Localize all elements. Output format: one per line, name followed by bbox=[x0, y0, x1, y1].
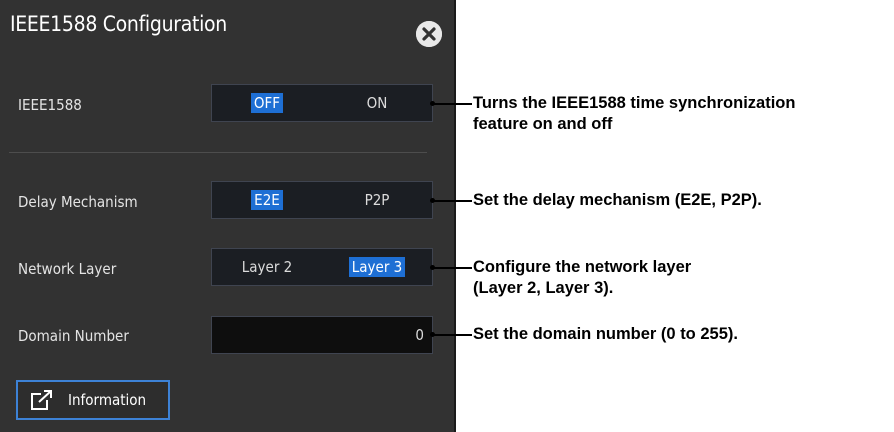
ieee1588-label: IEEE1588 bbox=[18, 96, 82, 114]
annotation-ieee1588: Turns the IEEE1588 time synchronization … bbox=[473, 94, 796, 133]
callout-line-ieee1588 bbox=[432, 103, 472, 105]
divider bbox=[9, 152, 427, 153]
ieee1588-toggle: OFF ON bbox=[211, 84, 433, 122]
callout-line-network bbox=[432, 267, 472, 269]
annotation-network-layer: Configure the network layer (Layer 2, La… bbox=[473, 258, 692, 297]
information-button[interactable]: Information bbox=[16, 380, 170, 420]
delay-option-e2e[interactable]: E2E bbox=[212, 182, 322, 218]
network-layer-toggle: Layer 2 Layer 3 bbox=[211, 248, 433, 286]
annotation-domain-number: Set the domain number (0 to 255). bbox=[473, 325, 738, 343]
domain-number-label: Domain Number bbox=[18, 327, 129, 345]
ieee1588-option-on[interactable]: ON bbox=[322, 85, 432, 121]
delay-option-p2p[interactable]: P2P bbox=[322, 182, 432, 218]
annotation-delay-mechanism: Set the delay mechanism (E2E, P2P). bbox=[473, 191, 762, 209]
network-option-layer2[interactable]: Layer 2 bbox=[212, 249, 322, 285]
ieee1588-config-dialog: IEEE1588 Configuration IEEE1588 OFF ON D… bbox=[0, 0, 456, 432]
callout-line-domain bbox=[432, 334, 472, 336]
information-label: Information bbox=[68, 391, 147, 409]
dialog-title: IEEE1588 Configuration bbox=[10, 12, 227, 36]
close-button[interactable] bbox=[416, 21, 442, 47]
network-option-layer3[interactable]: Layer 3 bbox=[322, 249, 432, 285]
network-layer-label: Network Layer bbox=[18, 260, 117, 278]
domain-number-field[interactable]: 0 bbox=[211, 316, 433, 354]
callout-line-delay bbox=[432, 200, 472, 202]
delay-mechanism-toggle: E2E P2P bbox=[211, 181, 433, 219]
delay-mechanism-label: Delay Mechanism bbox=[18, 193, 138, 211]
ieee1588-option-off[interactable]: OFF bbox=[212, 85, 322, 121]
close-icon bbox=[416, 21, 442, 47]
external-link-icon bbox=[31, 390, 52, 410]
